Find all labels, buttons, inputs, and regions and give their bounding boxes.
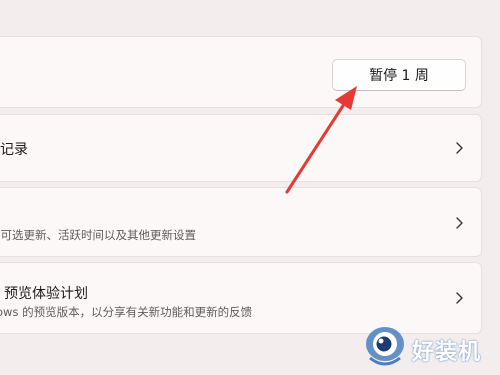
watermark-text: 好装机: [412, 340, 482, 365]
advanced-options-card[interactable]: 、可选更新、活跃时间以及其他更新设置: [0, 187, 482, 257]
advanced-options-subtitle: 、可选更新、活跃时间以及其他更新设置: [0, 228, 196, 242]
insider-program-subtitle: ows 的预览版本，以分享有关新功能和更新的反馈: [0, 305, 253, 319]
pause-updates-card: 暂停 1 周: [0, 36, 482, 108]
chevron-right-icon: [452, 141, 466, 155]
site-watermark: 好装机: [360, 322, 500, 372]
chevron-right-icon: [452, 216, 466, 230]
eye-logo-icon: [366, 327, 404, 366]
chevron-right-icon: [452, 291, 466, 305]
pause-1-week-button[interactable]: 暂停 1 周: [332, 59, 466, 91]
update-history-card[interactable]: 记录: [0, 114, 482, 182]
insider-program-title: 预览体验计划: [4, 286, 88, 302]
update-history-title: 记录: [0, 142, 28, 158]
